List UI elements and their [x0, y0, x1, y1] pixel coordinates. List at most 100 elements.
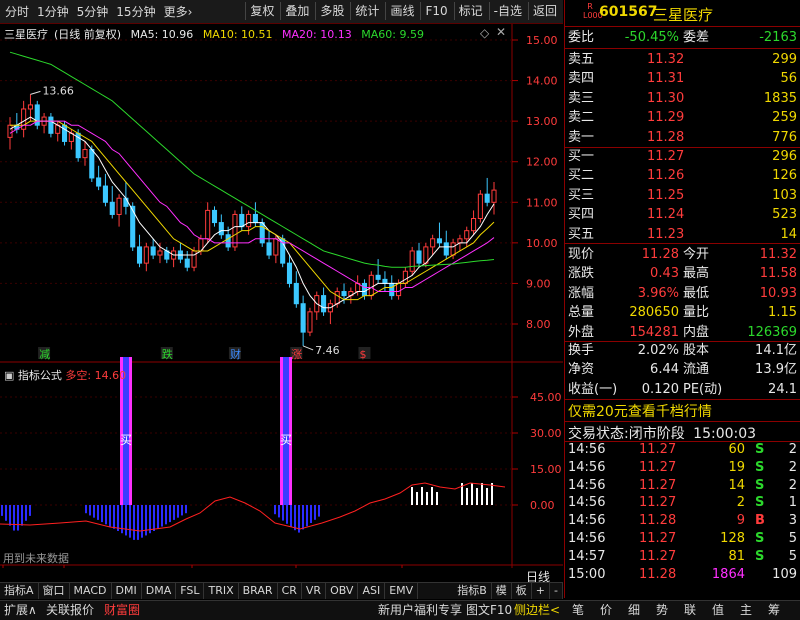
candle-body — [430, 238, 436, 248]
close-icon[interactable]: ✕ — [496, 25, 506, 39]
candle-body — [259, 222, 265, 244]
period-selector: 分时 1分钟 5分钟 15分钟 更多› — [2, 3, 195, 21]
tab-indicator-b[interactable]: 指标B — [453, 583, 492, 599]
tick-price: 11.27 — [639, 495, 677, 511]
back-button[interactable]: 返回 — [527, 2, 561, 20]
ask-row[interactable]: 卖二 11.29 259 — [565, 108, 800, 128]
kline-chart-area[interactable]: 15.00 14.00 13.00 12.00 11.00 10.00 9.00 8.00 13… — [0, 24, 563, 584]
tab-15min[interactable]: 15分钟 — [113, 3, 158, 21]
related-quotes-tab[interactable]: 关联报价 — [46, 601, 94, 620]
tab-more[interactable]: 更多› — [161, 3, 196, 21]
tab-board[interactable]: 板 — [512, 583, 532, 599]
tab-emv[interactable]: EMV — [385, 583, 419, 599]
zoom-out-button[interactable]: - — [550, 583, 563, 599]
tab-related[interactable]: 联 — [684, 601, 696, 620]
tab-fsl[interactable]: FSL — [176, 583, 205, 599]
tick-row: 14:56 11.27 19 S 2 — [565, 459, 800, 477]
kline-chart-svg[interactable]: 15.00 14.00 13.00 12.00 11.00 10.00 9.00 8.00 13… — [0, 24, 563, 568]
candle-body — [184, 258, 190, 268]
tick-row: 14:56 11.28 9 B 3 — [565, 512, 800, 530]
indicator-expand-icon[interactable]: ▣ — [4, 369, 14, 382]
bid-row[interactable]: 买三 11.25 103 — [565, 186, 800, 206]
candle-body — [48, 116, 54, 134]
candle-body — [96, 177, 102, 187]
bid-row[interactable]: 买五 11.23 14 — [565, 225, 800, 245]
tab-main[interactable]: 主 — [740, 601, 752, 620]
candle-body — [82, 149, 88, 159]
settings-diamond-icon[interactable]: ◇ — [480, 26, 489, 40]
candle-body — [484, 193, 490, 203]
event-marker: 跌 — [162, 347, 173, 361]
tab-detail[interactable]: 细 — [628, 601, 640, 620]
price-tick-label: 8.00 — [526, 318, 551, 331]
candle-body — [382, 278, 388, 284]
tab-price[interactable]: 价 — [600, 601, 612, 620]
tab-value[interactable]: 值 — [712, 601, 724, 620]
mark-button[interactable]: 标记 — [453, 2, 487, 20]
ask-row[interactable]: 卖一 11.28 776 — [565, 128, 800, 148]
multi-stock-button[interactable]: 多股 — [315, 2, 348, 20]
tick-direction: S — [755, 459, 765, 475]
tab-obv[interactable]: OBV — [326, 583, 359, 599]
stats-button[interactable]: 统计 — [350, 2, 383, 20]
f10-button[interactable]: F10 — [420, 2, 451, 20]
ask-row[interactable]: 卖三 11.30 1835 — [565, 89, 800, 109]
candle-body — [471, 218, 477, 232]
tab-trades[interactable]: 笔 — [572, 601, 584, 620]
ask-row[interactable]: 卖五 11.32 299 — [565, 50, 800, 70]
candle-body — [491, 189, 497, 203]
candle-body — [246, 213, 252, 228]
candle-body — [239, 213, 245, 228]
tab-asi[interactable]: ASI — [358, 583, 386, 599]
tab-dmi[interactable]: DMI — [112, 583, 142, 599]
ma60-readout: MA60: 9.59 — [361, 28, 424, 41]
ask-row[interactable]: 卖四 11.31 56 — [565, 69, 800, 89]
level2-promo-link[interactable]: 仅需20元查看千档行情 — [568, 401, 712, 421]
draw-line-button[interactable]: 画线 — [385, 2, 418, 20]
wealth-circle-tab[interactable]: 财富圈 — [104, 601, 140, 620]
tab-cr[interactable]: CR — [278, 583, 302, 599]
low-label: 7.46 — [315, 344, 340, 357]
ask-label: 卖三 — [568, 90, 595, 106]
overlay-button[interactable]: 叠加 — [280, 2, 313, 20]
zoom-in-button[interactable]: + — [532, 583, 551, 599]
stat-row: 涨幅 3.96% 最低 10.93 — [565, 284, 800, 304]
candle-body — [375, 274, 381, 280]
tab-intraday[interactable]: 分时 — [2, 3, 32, 21]
stat-label: 内盘 — [683, 324, 710, 340]
tab-dma[interactable]: DMA — [142, 583, 177, 599]
candle-body — [252, 213, 258, 224]
tick-row: 14:57 11.27 81 S 5 — [565, 548, 800, 566]
bid-row[interactable]: 买一 11.27 296 — [565, 147, 800, 167]
tab-5min[interactable]: 5分钟 — [74, 3, 112, 21]
tab-trend[interactable]: 势 — [656, 601, 668, 620]
tab-1min[interactable]: 1分钟 — [34, 3, 72, 21]
indicator-name[interactable]: 指标公式 — [18, 369, 62, 382]
tab-chips[interactable]: 筹 — [768, 601, 780, 620]
price-tick-label: 15.00 — [526, 34, 558, 47]
expand-button[interactable]: 扩展∧ — [4, 601, 37, 620]
candle-body — [368, 274, 374, 297]
tab-vr[interactable]: VR — [302, 583, 327, 599]
tick-price: 11.28 — [639, 513, 677, 529]
ask-label: 卖二 — [568, 110, 595, 126]
fund-label: 收益(一) — [568, 381, 618, 397]
sidebar-toggle[interactable]: 侧边栏< — [514, 601, 560, 620]
tab-template[interactable]: 模 — [492, 583, 512, 599]
new-user-promo-tab[interactable]: 新用户福利专享 — [378, 601, 462, 620]
tab-brar[interactable]: BRAR — [239, 583, 278, 599]
candle-body — [89, 149, 95, 179]
f10-graphic-tab[interactable]: 图文F10 — [466, 601, 512, 620]
bid-row[interactable]: 买四 11.24 523 — [565, 205, 800, 225]
remove-watchlist-button[interactable]: -自选 — [488, 2, 526, 20]
tab-indicator-a[interactable]: 指标A — [0, 583, 39, 599]
fund-value: 13.9亿 — [755, 362, 797, 378]
tab-trix[interactable]: TRIX — [204, 583, 239, 599]
tick-row: 15:00 11.28 1864 109 — [565, 566, 800, 584]
bid-row[interactable]: 买二 11.26 126 — [565, 166, 800, 186]
candle-body — [273, 238, 279, 256]
stat-label: 外盘 — [568, 324, 595, 340]
adjust-button[interactable]: 复权 — [245, 2, 278, 20]
tab-macd[interactable]: MACD — [70, 583, 112, 599]
tab-window[interactable]: 窗口 — [39, 583, 70, 599]
